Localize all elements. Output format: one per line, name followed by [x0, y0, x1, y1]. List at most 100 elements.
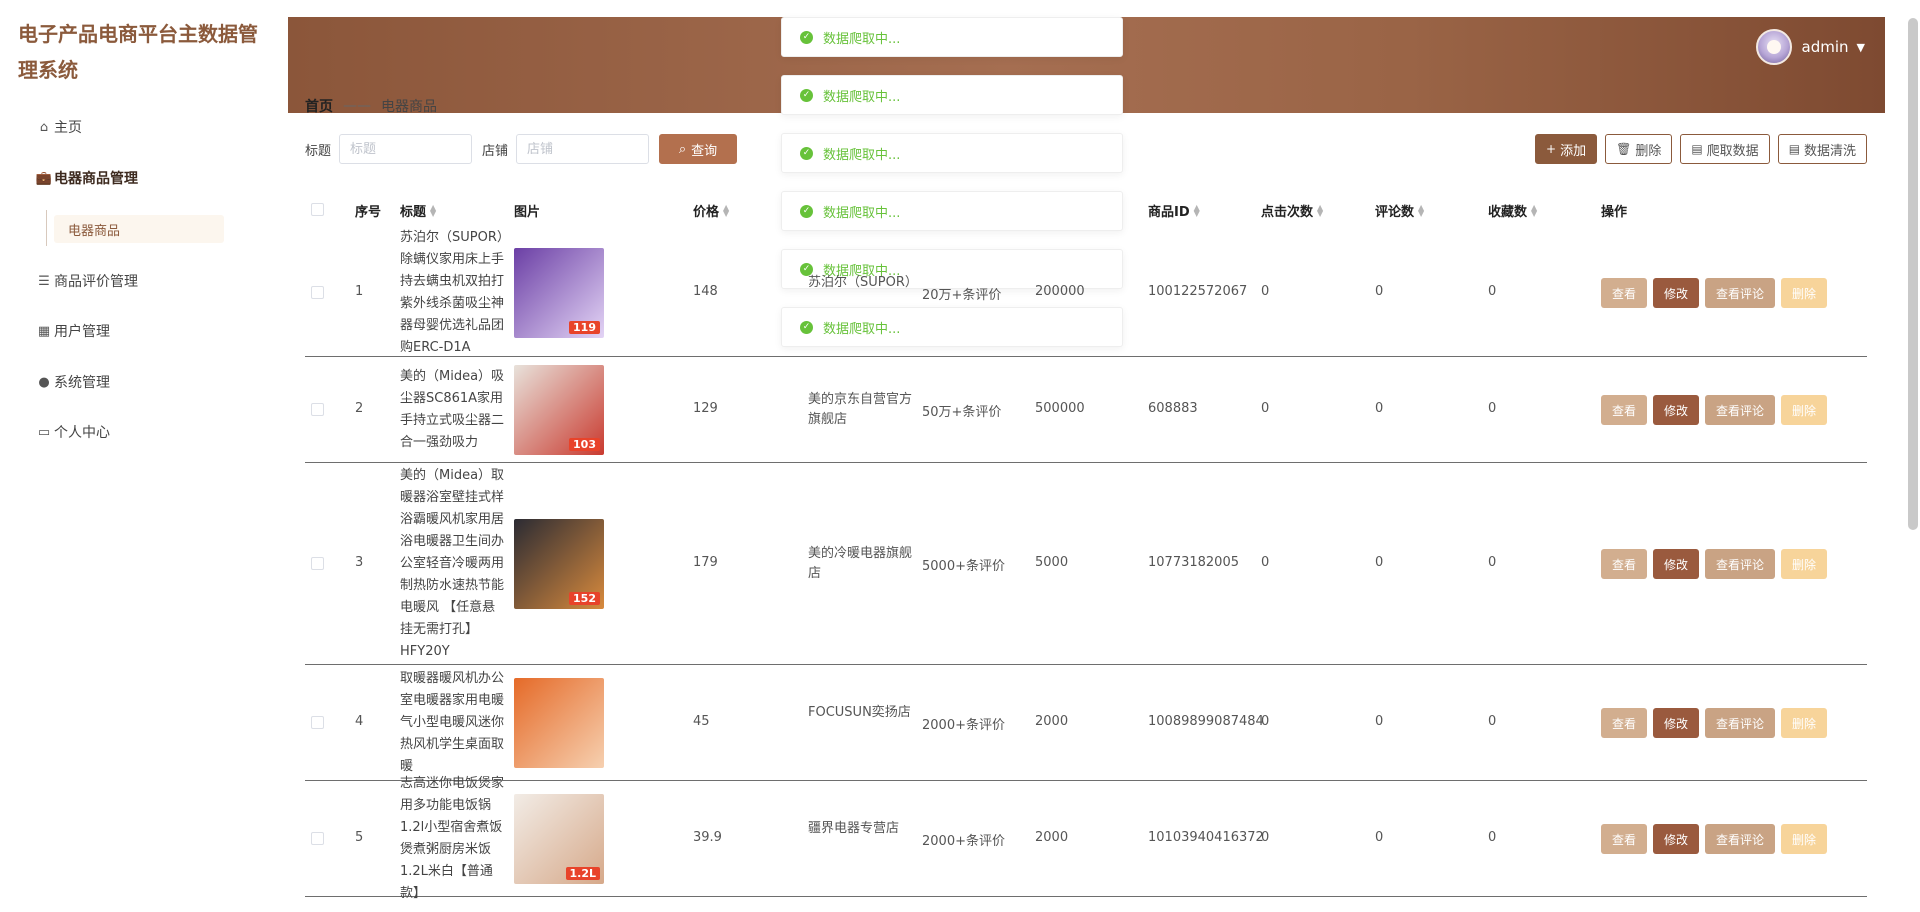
caret-down-icon: ▼ [1856, 40, 1865, 54]
view-button[interactable]: 查看 [1601, 549, 1648, 579]
view-comments-button[interactable]: 查看评论 [1705, 824, 1776, 854]
edit-button[interactable]: 修改 [1653, 278, 1700, 308]
shop-filter-input[interactable] [516, 134, 650, 164]
select-all-checkbox[interactable] [311, 203, 324, 216]
col-reviews[interactable]: 评论数 ▲ ▼ [1375, 201, 1424, 220]
row-favorites: 0 [1488, 714, 1497, 729]
sidebar-item-label: 主页 [54, 120, 82, 136]
sidebar-item-profile[interactable]: ▭ 个人中心 [36, 419, 110, 445]
row-clicks: 0 [1261, 284, 1270, 299]
col-goods-id[interactable]: 商品ID ▲ ▼ [1148, 201, 1200, 220]
row-image [514, 678, 604, 768]
row-comment-count: 2000+条评价 [922, 834, 1005, 849]
id-card-icon: ▭ [37, 424, 51, 440]
view-comments-button[interactable]: 查看评论 [1705, 708, 1776, 738]
scrollbar[interactable] [1908, 18, 1918, 530]
row-image: 152 [514, 519, 604, 609]
product-thumbnail: 119 [514, 248, 604, 338]
row-no: 2 [355, 401, 364, 416]
view-button[interactable]: 查看 [1601, 824, 1648, 854]
row-checkbox[interactable] [311, 403, 324, 416]
row-clicks: 0 [1261, 401, 1270, 416]
row-favorites: 0 [1488, 284, 1497, 299]
row-goods-id: 10103940416372 [1148, 830, 1264, 845]
submenu-line [46, 210, 47, 246]
app-title: 电子产品电商平台主数据管理系统 [18, 22, 258, 82]
col-clicks-label: 点击次数 [1261, 205, 1314, 220]
row-shop: 美的京东自营官方旗舰店 [808, 392, 913, 427]
title-filter-input[interactable] [339, 134, 473, 164]
crawl-button[interactable]: ▤ 爬取数据 [1680, 134, 1770, 164]
view-button[interactable]: 查看 [1601, 278, 1648, 308]
row-image: 103 [514, 365, 604, 455]
col-favorites[interactable]: 收藏数 ▲ ▼ [1488, 201, 1537, 220]
delete-row-button[interactable]: 删除 [1781, 824, 1828, 854]
row-reviews: 0 [1375, 401, 1384, 416]
sort-icon: ▲ ▼ [723, 202, 730, 218]
col-price[interactable]: 价格 ▲ ▼ [693, 201, 729, 220]
row-goods-id: 100122572067 [1148, 284, 1248, 299]
delete-row-button[interactable]: 删除 [1781, 395, 1828, 425]
delete-row-button[interactable]: 删除 [1781, 708, 1828, 738]
clean-button[interactable]: ▤ 数据清洗 [1777, 134, 1868, 164]
price-badge: 1.2L [565, 867, 600, 880]
row-checkbox[interactable] [311, 286, 324, 299]
product-thumbnail [514, 678, 604, 768]
delete-row-button[interactable]: 删除 [1781, 278, 1828, 308]
view-comments-button[interactable]: 查看评论 [1705, 278, 1776, 308]
price-badge: 152 [569, 592, 600, 605]
row-title: 取暖器暖风机办公室电暖器家用电暖气小型电暖风迷你热风机学生桌面取暖 [400, 665, 508, 781]
row-price: 39.9 [693, 830, 722, 845]
row-image: 1.2L [514, 794, 604, 884]
edit-button[interactable]: 修改 [1653, 824, 1700, 854]
row-comment-count: 20万+条评价 [922, 288, 1002, 303]
sidebar-item-user-mgmt[interactable]: ▦ 用户管理 [36, 318, 110, 344]
sidebar-item-review-mgmt[interactable]: ☰ 商品评价管理 [36, 268, 138, 294]
col-clicks[interactable]: 点击次数 ▲ ▼ [1261, 201, 1323, 220]
sidebar-item-home[interactable]: ⌂ 主页 [36, 114, 82, 140]
col-title[interactable]: 标题 ▲ ▼ [400, 201, 436, 220]
add-button[interactable]: + 添加 [1535, 134, 1598, 164]
database-icon: ▤ [1691, 142, 1703, 156]
delete-row-button[interactable]: 删除 [1781, 549, 1828, 579]
row-price: 45 [693, 714, 710, 729]
breadcrumb-home[interactable]: 首页 [305, 96, 333, 116]
query-button[interactable]: ⌕ 查询 [659, 134, 738, 164]
col-op: 操作 [1601, 205, 1628, 220]
product-thumbnail: 152 [514, 519, 604, 609]
row-checkbox[interactable] [311, 557, 324, 570]
sidebar-item-label: 电器商品管理 [54, 171, 138, 187]
row-clicks: 0 [1261, 555, 1270, 570]
home-icon: ⌂ [39, 119, 49, 135]
row-checkbox[interactable] [311, 832, 324, 845]
row-favorites: 0 [1488, 555, 1497, 570]
product-thumbnail: 1.2L [514, 794, 604, 884]
table-row: 2 美的（Midea）吸尘器SC861A家用手持立式吸尘器二合一强劲吸力 103… [305, 357, 1867, 463]
database-icon: ▤ [1788, 142, 1801, 156]
delete-button[interactable]: 🗑 删除 [1605, 134, 1673, 164]
edit-button[interactable]: 修改 [1653, 708, 1700, 738]
row-price: 148 [693, 284, 718, 299]
row-shop: 美的冷暖电器旗舰店 [808, 546, 913, 581]
sort-icon: ▲ ▼ [1531, 202, 1538, 218]
view-comments-button[interactable]: 查看评论 [1705, 395, 1776, 425]
row-goods-id: 10773182005 [1148, 555, 1239, 570]
edit-button[interactable]: 修改 [1653, 395, 1700, 425]
view-comments-button[interactable]: 查看评论 [1705, 549, 1776, 579]
edit-button[interactable]: 修改 [1653, 549, 1700, 579]
toolbar: + 添加 🗑 删除 ▤ 爬取数据 ▤ 数据清洗 [1535, 134, 1875, 164]
sidebar-item-goods-mgmt[interactable]: 💼 电器商品管理 [36, 165, 138, 191]
sidebar-item-sys-mgmt[interactable]: ● 系统管理 [36, 369, 110, 395]
breadcrumb: 首页 —— 电器商品 [305, 96, 437, 116]
user-menu[interactable]: admin ▼ [1755, 29, 1865, 65]
shop-filter-label: 店铺 [482, 143, 509, 159]
row-no: 5 [355, 830, 364, 845]
view-button[interactable]: 查看 [1601, 395, 1648, 425]
sort-icon: ▲ ▼ [430, 202, 437, 218]
row-checkbox[interactable] [311, 716, 324, 729]
sidebar-subitem-goods[interactable]: 电器商品 [54, 215, 224, 243]
row-clicks: 0 [1261, 830, 1270, 845]
view-button[interactable]: 查看 [1601, 708, 1648, 738]
row-count: 2000 [1035, 714, 1069, 729]
row-actions: 查看 修改 查看评论 删除 [1601, 708, 1833, 738]
